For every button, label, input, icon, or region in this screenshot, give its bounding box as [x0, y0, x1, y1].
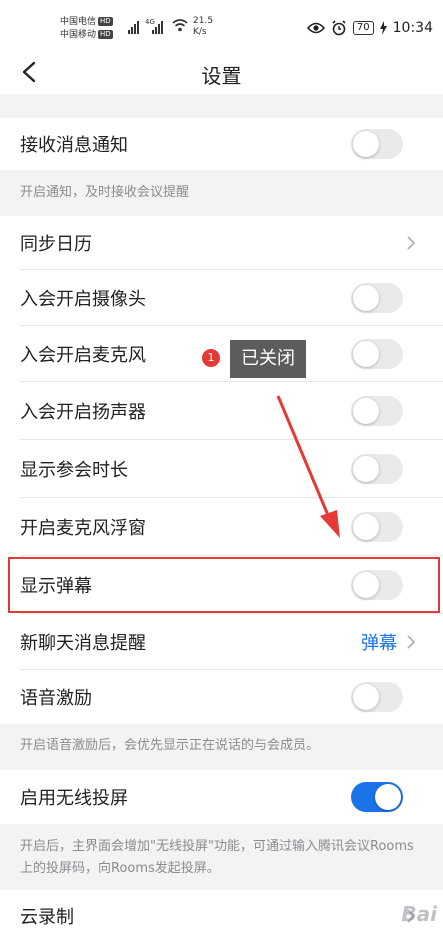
row-label: 云录制	[20, 906, 74, 928]
row-label: 接收消息通知	[20, 135, 128, 156]
watermark: Bai	[401, 902, 437, 926]
toggle-knob	[353, 285, 379, 311]
status-bar: 中国电信 HD 中国移动 HD 4G 21.5 K/s 70 10:34	[0, 0, 443, 50]
row-receive-notifications[interactable]: 接收消息通知	[0, 118, 443, 170]
row-label: 入会开启麦克风	[20, 345, 146, 366]
row-new-chat-alert[interactable]: 新聊天消息提醒 弹幕	[0, 614, 443, 670]
section-gap	[0, 94, 443, 118]
toggle-knob	[353, 684, 379, 710]
duration-toggle[interactable]	[351, 454, 403, 484]
toggle-knob	[353, 131, 379, 157]
toggle-knob	[353, 341, 379, 367]
wifi-icon	[172, 19, 188, 32]
eye-icon	[306, 22, 325, 34]
hd-badge: HD	[98, 30, 113, 39]
row-label: 启用无线投屏	[20, 788, 128, 809]
mic-float-toggle[interactable]	[351, 512, 403, 542]
notify-toggle[interactable]	[351, 129, 403, 159]
row-mic-float-window[interactable]: 开启麦克风浮窗	[0, 498, 443, 556]
row-label: 入会开启摄像头	[20, 289, 146, 310]
row-wireless-cast[interactable]: 启用无线投屏	[0, 770, 443, 824]
page-title: 设置	[201, 64, 242, 88]
annotation-tooltip: 已关闭	[230, 340, 306, 378]
nav-bar: 设置	[0, 50, 443, 94]
toggle-knob	[375, 784, 401, 810]
hd-badge: HD	[98, 17, 113, 26]
row-label: 同步日历	[20, 234, 92, 255]
row-label: 语音激励	[20, 688, 92, 709]
toggle-knob	[353, 456, 379, 482]
signal-icon	[152, 18, 163, 34]
row-cloud-record[interactable]: 云录制	[0, 890, 443, 941]
cast-hint: 开启后，主界面会增加"无线投屏"功能，可通过输入腾讯会议Rooms上的投屏码，向…	[20, 839, 414, 876]
voice-toggle[interactable]	[351, 682, 403, 712]
chevron-right-icon	[407, 635, 416, 649]
network-speed: 21.5 K/s	[193, 16, 214, 37]
row-sync-calendar[interactable]: 同步日历	[0, 216, 443, 270]
row-show-duration[interactable]: 显示参会时长	[0, 440, 443, 498]
carrier-2: 中国移动	[60, 30, 97, 40]
mic-toggle[interactable]	[351, 339, 403, 369]
carrier-info: 中国电信 HD 中国移动 HD	[60, 16, 113, 42]
chevron-right-icon	[407, 236, 416, 250]
row-camera-on-join[interactable]: 入会开启摄像头	[0, 270, 443, 326]
signal-icon	[128, 18, 139, 34]
alarm-icon	[332, 20, 346, 36]
row-mic-on-join[interactable]: 入会开启麦克风	[0, 326, 443, 382]
row-voice-motivation[interactable]: 语音激励	[0, 670, 443, 724]
clock: 10:34	[392, 20, 433, 36]
row-label: 开启麦克风浮窗	[20, 518, 146, 539]
row-speaker-on-join[interactable]: 入会开启扬声器	[0, 382, 443, 440]
carrier-1: 中国电信	[60, 17, 97, 27]
toggle-knob	[353, 514, 379, 540]
speaker-toggle[interactable]	[351, 396, 403, 426]
toggle-knob	[353, 398, 379, 424]
row-label: 显示参会时长	[20, 460, 128, 481]
charging-icon	[379, 21, 387, 35]
highlight-box	[8, 557, 440, 613]
row-label: 新聊天消息提醒	[20, 633, 146, 654]
battery-level: 70	[352, 21, 374, 35]
step-badge: 1	[202, 349, 220, 367]
status-right: 70 10:34	[306, 20, 433, 36]
voice-hint: 开启语音激励后，会优先显示正在说话的与会成员。	[20, 738, 320, 753]
camera-toggle[interactable]	[351, 283, 403, 313]
chat-alert-value: 弹幕	[361, 633, 397, 654]
notify-hint: 开启通知，及时接收会议提醒	[20, 185, 190, 200]
cast-toggle[interactable]	[351, 782, 403, 812]
row-label: 入会开启扬声器	[20, 402, 146, 423]
